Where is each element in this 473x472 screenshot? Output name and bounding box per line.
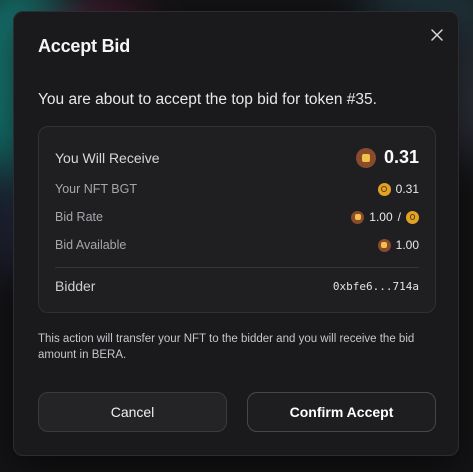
receive-row: You Will Receive 0.31 — [55, 147, 419, 168]
receive-label: You Will Receive — [55, 149, 160, 166]
accept-bid-modal: Accept Bid You are about to accept the t… — [13, 11, 459, 456]
nft-bgt-value: 0.31 — [395, 182, 419, 196]
bera-token-icon — [355, 147, 376, 168]
receive-value: 0.31 — [383, 147, 419, 167]
transfer-note: This action will transfer your NFT to th… — [38, 333, 415, 361]
bid-rate-label: Bid Rate — [55, 210, 103, 224]
bid-rate-value: 1.00 — [369, 210, 393, 224]
bidder-address: 0xbfe6...714a — [332, 279, 419, 293]
bid-rate-row: Bid Rate 1.00 / — [55, 210, 419, 224]
bidder-row: Bidder 0xbfe6...714a — [55, 278, 419, 294]
bgt-token-icon — [377, 182, 391, 196]
cancel-button[interactable]: Cancel — [38, 392, 227, 432]
nft-bgt-row: Your NFT BGT 0.31 — [55, 182, 419, 196]
bera-token-icon — [377, 238, 391, 252]
bid-available-value: 1.00 — [395, 238, 419, 252]
modal-title: Accept Bid — [38, 36, 131, 56]
bgt-token-icon — [406, 210, 419, 224]
close-icon[interactable] — [428, 26, 446, 44]
nft-bgt-label: Your NFT BGT — [55, 182, 137, 196]
bid-rate-separator: / — [397, 210, 401, 224]
modal-subtitle: You are about to accept the top bid for … — [38, 91, 377, 108]
bid-available-label: Bid Available — [55, 238, 127, 252]
bid-available-row: Bid Available 1.00 — [55, 238, 419, 252]
bera-token-icon — [351, 210, 365, 224]
bid-summary-card: You Will Receive 0.31 Your NFT BGT 0.31 … — [38, 126, 436, 313]
confirm-accept-button[interactable]: Confirm Accept — [247, 392, 436, 432]
divider — [55, 267, 419, 268]
bidder-label: Bidder — [55, 278, 96, 294]
